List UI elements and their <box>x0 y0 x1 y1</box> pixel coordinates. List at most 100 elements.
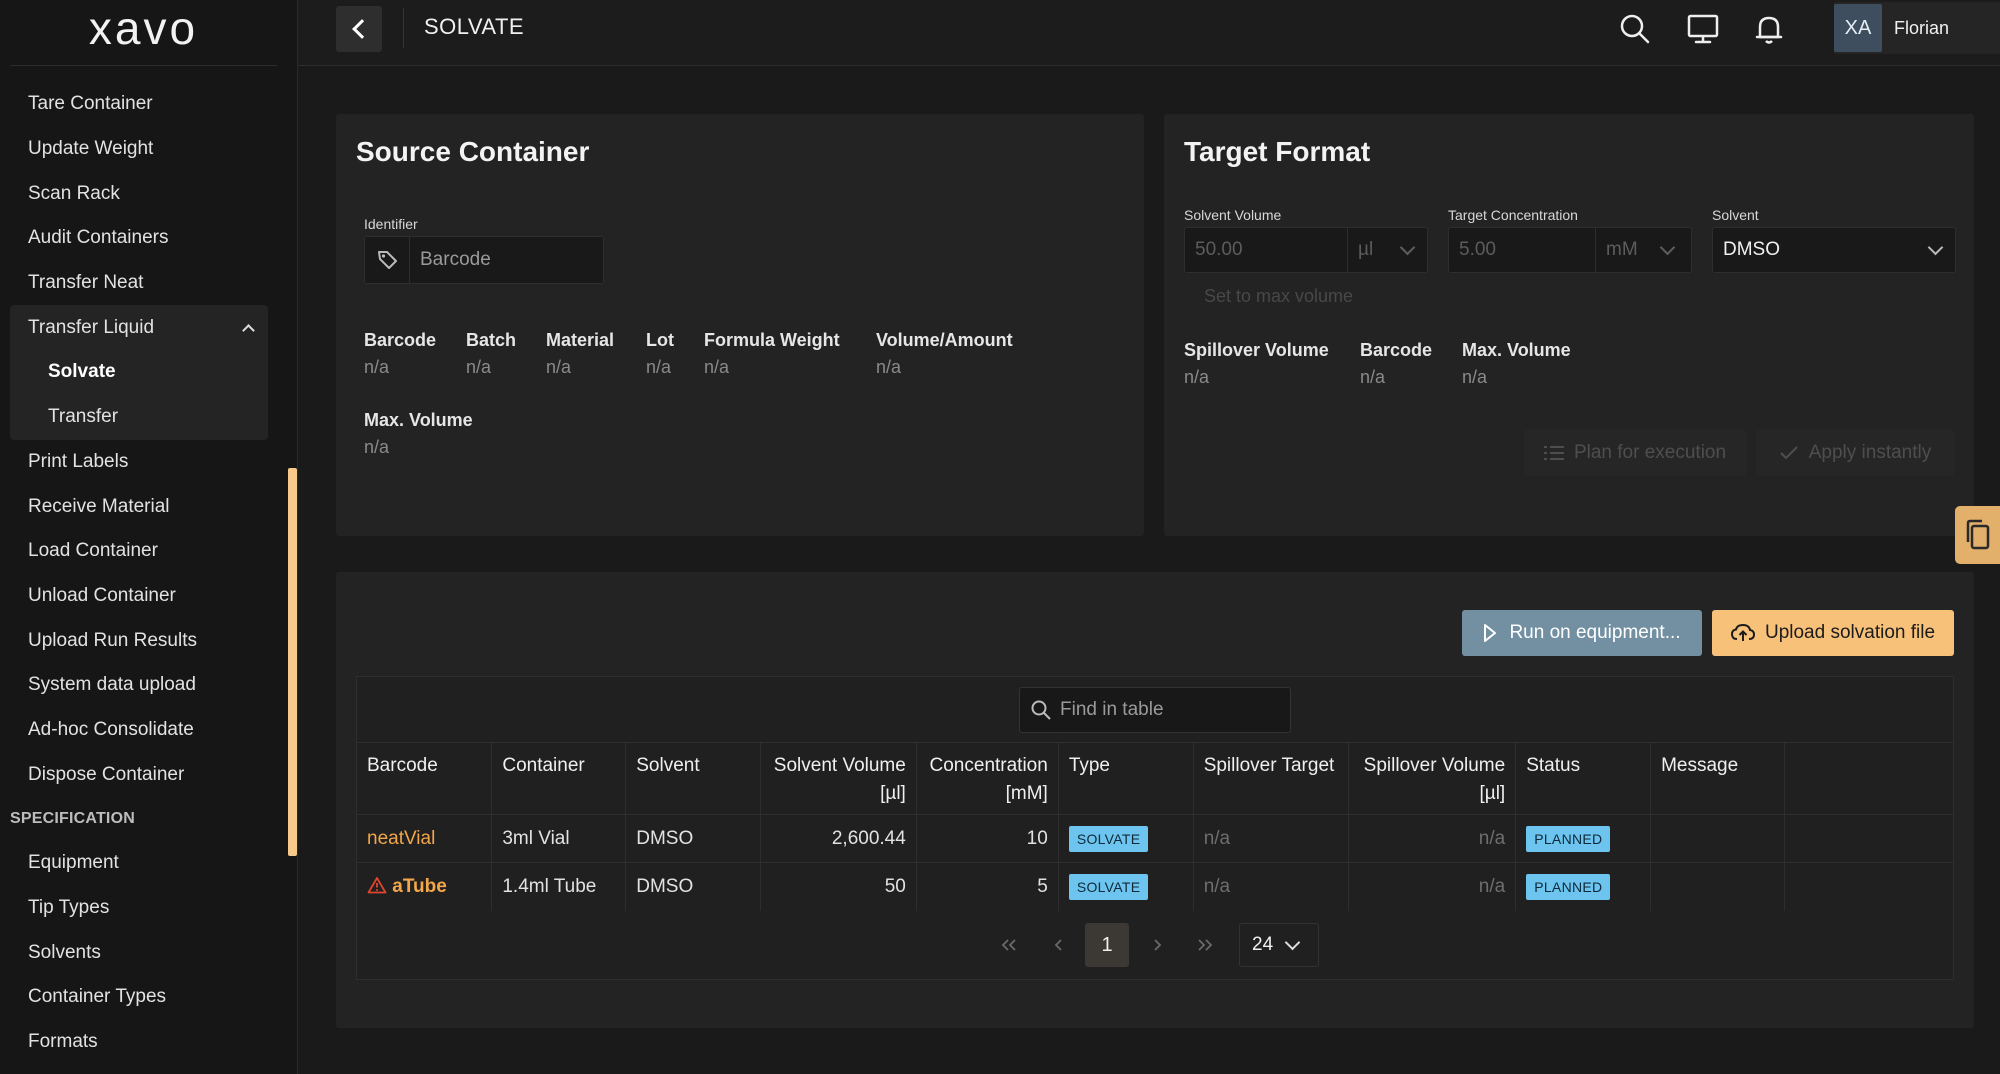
table-row[interactable]: neatVial 3ml Vial DMSO 2,600.44 10 SOLVA… <box>357 814 1953 863</box>
col-header-solvent-volume[interactable]: Solvent Volume [µl] <box>760 742 917 815</box>
data-table: Barcode Container Solvent Solvent Volume… <box>357 742 1953 911</box>
solvent-value: DMSO <box>1723 239 1780 260</box>
col-header-status[interactable]: Status <box>1515 742 1652 815</box>
field-value: n/a <box>1462 367 1488 387</box>
clipboard-tab-button[interactable] <box>1955 506 2000 564</box>
play-icon <box>1484 624 1497 642</box>
col-header-container[interactable]: Container <box>491 742 627 815</box>
next-page-button[interactable] <box>1135 923 1179 967</box>
col-header-label: Concentration <box>929 755 1048 776</box>
cell-container: 3ml Vial <box>491 814 627 863</box>
sidebar-item-upload-run-results[interactable]: Upload Run Results <box>10 618 268 663</box>
chevron-down-icon <box>1284 934 1301 950</box>
table-search-input[interactable]: Find in table <box>1019 687 1291 733</box>
sidebar-item-tip-types[interactable]: Tip Types <box>10 886 268 931</box>
col-header-solvent[interactable]: Solvent <box>625 742 762 815</box>
solvent-label: Solvent <box>1712 207 1759 223</box>
sidebar-item-unload-container[interactable]: Unload Container <box>10 574 268 619</box>
type-badge: SOLVATE <box>1068 873 1149 900</box>
field-barcode: Barcode n/a <box>364 330 436 378</box>
field-value: n/a <box>364 437 390 457</box>
set-to-max-volume-link[interactable]: Set to max volume <box>1204 286 1353 307</box>
col-header-message[interactable]: Message <box>1650 742 1785 815</box>
cell-barcode-link[interactable]: neatVial <box>357 814 493 863</box>
sidebar-section-specification: SPECIFICATION <box>10 810 135 827</box>
user-menu[interactable]: XA Florian <box>1834 2 2000 54</box>
prev-page-button[interactable] <box>1037 923 1081 967</box>
field-value: n/a <box>1360 367 1386 387</box>
chevron-down-icon <box>1927 239 1944 255</box>
apply-instantly-button[interactable]: Apply instantly <box>1756 430 1954 476</box>
table-header-row: Barcode Container Solvent Solvent Volume… <box>357 742 1953 815</box>
back-button[interactable] <box>336 6 382 52</box>
chevron-down-icon[interactable] <box>1399 239 1416 255</box>
table-row[interactable]: aTube 1.4ml Tube DMSO 50 5 SOLVATE n/a n… <box>357 862 1953 911</box>
sidebar-item-load-container[interactable]: Load Container <box>10 529 268 574</box>
field-value: n/a <box>876 357 902 377</box>
first-page-button[interactable] <box>987 923 1031 967</box>
chevron-left-icon <box>352 19 372 39</box>
field-spillover-volume: Spillover Volume n/a <box>1184 340 1329 388</box>
identifier-input[interactable]: Barcode <box>364 236 604 284</box>
target-concentration-value: 5.00 <box>1459 239 1496 260</box>
field-label: Max. Volume <box>1462 340 1571 360</box>
search-icon <box>1031 700 1051 720</box>
sidebar-item-container-types[interactable]: Container Types <box>10 975 268 1020</box>
sidebar-item-tare-container[interactable]: Tare Container <box>10 82 268 127</box>
upload-button-label: Upload solvation file <box>1764 622 1936 643</box>
logo[interactable]: xavo <box>10 0 277 66</box>
chevron-down-icon[interactable] <box>1659 239 1676 255</box>
sidebar-item-solvents[interactable]: Solvents <box>10 930 268 975</box>
cell-container: 1.4ml Tube <box>491 862 627 911</box>
divider <box>403 8 404 48</box>
sidebar-item-scan-rack[interactable]: Scan Rack <box>10 171 268 216</box>
sidebar-item-transfer[interactable]: Transfer <box>10 395 268 440</box>
solvent-volume-input[interactable]: 50.00 µl <box>1184 227 1428 273</box>
list-icon <box>1543 446 1564 460</box>
col-header-barcode[interactable]: Barcode <box>357 742 493 815</box>
col-header-spillover-target[interactable]: Spillover Target <box>1193 742 1350 815</box>
field-label: Spillover Volume <box>1184 340 1329 360</box>
page-size-select[interactable]: 24 <box>1239 923 1319 967</box>
chevron-up-icon <box>242 322 254 334</box>
col-header-type[interactable]: Type <box>1058 742 1194 815</box>
bell-icon[interactable] <box>1750 10 1788 48</box>
copy-icon <box>1966 519 1989 550</box>
field-lot: Lot n/a <box>646 330 674 378</box>
sidebar-item-dispose-container[interactable]: Dispose Container <box>10 752 268 797</box>
sidebar-item-formats[interactable]: Formats <box>10 1020 268 1065</box>
sidebar-item-ad-hoc-consolidate[interactable]: Ad-hoc Consolidate <box>10 708 268 753</box>
sidebar-item-transfer-liquid[interactable]: Transfer Liquid <box>10 305 268 350</box>
divider <box>1595 228 1596 272</box>
page-button-current[interactable]: 1 <box>1085 923 1129 967</box>
upload-solvation-file-button[interactable]: Upload solvation file <box>1712 610 1954 656</box>
target-concentration-input[interactable]: 5.00 mM <box>1448 227 1692 273</box>
chevron-right-icon <box>1154 939 1162 951</box>
last-page-button[interactable] <box>1183 923 1227 967</box>
search-icon[interactable] <box>1616 10 1654 48</box>
sidebar-item-update-weight[interactable]: Update Weight <box>10 127 268 172</box>
col-header-spillover-volume[interactable]: Spillover Volume [µl] <box>1348 742 1517 815</box>
run-on-equipment-button[interactable]: Run on equipment... <box>1462 610 1702 656</box>
sidebar-item-audit-containers[interactable]: Audit Containers <box>10 216 268 261</box>
sidebar-group-transfer-liquid: Transfer Liquid Solvate Transfer <box>10 305 268 440</box>
chevrons-left-icon <box>1001 939 1016 951</box>
sidebar-item-receive-material[interactable]: Receive Material <box>10 484 268 529</box>
col-header-unit: [mM] <box>1005 783 1048 804</box>
cell-barcode-link[interactable]: aTube <box>357 862 493 911</box>
plan-for-execution-button[interactable]: Plan for execution <box>1524 430 1746 476</box>
field-batch: Batch n/a <box>466 330 516 378</box>
cell-spill-target: n/a <box>1193 814 1350 863</box>
sidebar-item-solvate[interactable]: Solvate <box>10 350 268 395</box>
sidebar-item-print-labels[interactable]: Print Labels <box>10 440 268 485</box>
sidebar-item-system-data-upload[interactable]: System data upload <box>10 663 268 708</box>
monitor-icon[interactable] <box>1684 10 1722 48</box>
sidebar-scrollbar[interactable] <box>288 468 297 856</box>
solvent-select[interactable]: DMSO <box>1712 227 1956 273</box>
sidebar-item-equipment[interactable]: Equipment <box>10 841 268 886</box>
cell-type: SOLVATE <box>1058 814 1194 863</box>
chevrons-right-icon <box>1198 939 1213 951</box>
sidebar-item-transfer-neat[interactable]: Transfer Neat <box>10 261 268 306</box>
col-header-concentration[interactable]: Concentration [mM] <box>916 742 1059 815</box>
cell-volume: 2,600.44 <box>760 814 917 863</box>
